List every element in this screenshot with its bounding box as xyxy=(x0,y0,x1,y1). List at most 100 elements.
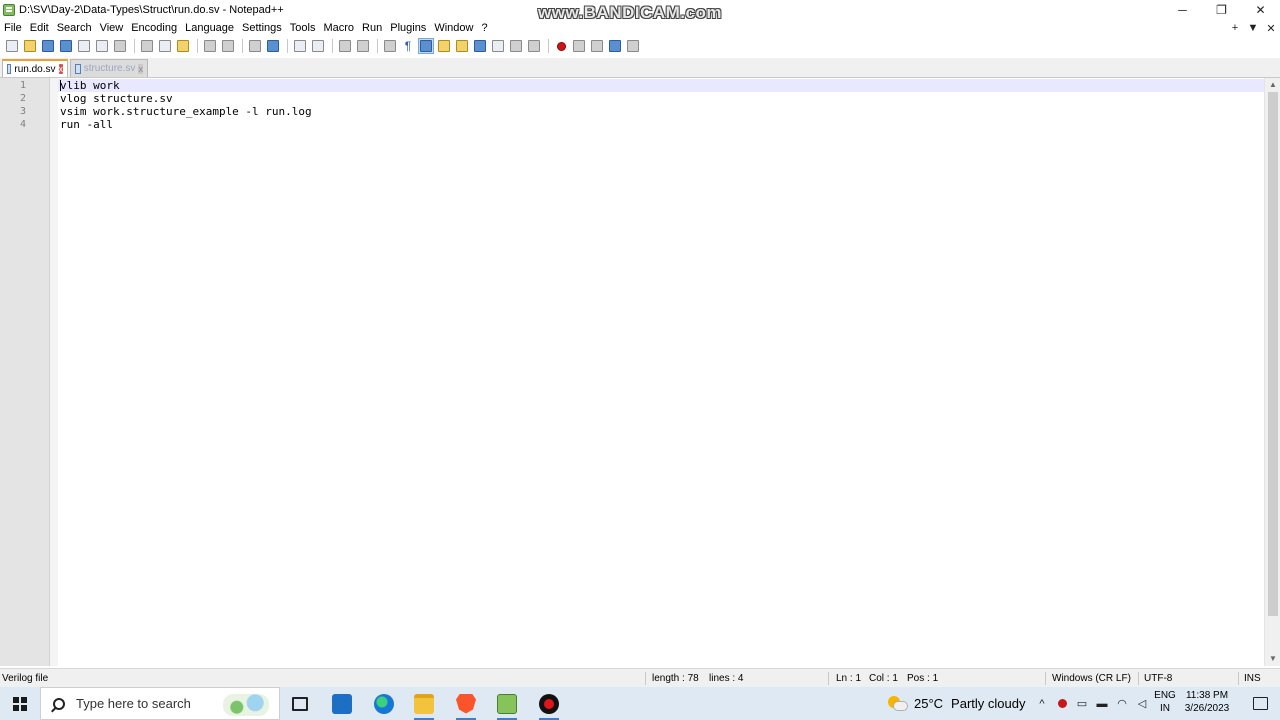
file-explorer-app[interactable] xyxy=(404,687,444,720)
bandicam-app[interactable] xyxy=(529,687,569,720)
document-map-icon xyxy=(456,40,468,52)
save-button[interactable] xyxy=(40,38,56,54)
zoom-out-button[interactable] xyxy=(310,38,326,54)
macro-save-button[interactable] xyxy=(625,38,641,54)
code-area[interactable]: vlib work vlog structure.sv vsim work.st… xyxy=(58,78,1264,666)
edge-icon xyxy=(374,693,394,714)
taskbar-search[interactable]: Type here to search xyxy=(40,687,280,720)
code-line[interactable]: vlog structure.sv xyxy=(58,92,1264,105)
close-icon[interactable]: x xyxy=(138,63,143,74)
save-all-button[interactable] xyxy=(58,38,74,54)
print-button[interactable] xyxy=(112,38,128,54)
macro-stop-button[interactable] xyxy=(571,38,587,54)
notepadpp-app[interactable] xyxy=(487,687,527,720)
menu-macro[interactable]: Macro xyxy=(319,20,358,36)
close-document-icon[interactable]: ✕ xyxy=(1262,22,1280,35)
taskbar: Type here to search 25°C Partly cloudy ^… xyxy=(0,687,1280,720)
close-file-button[interactable] xyxy=(76,38,92,54)
code-line[interactable]: run -all xyxy=(58,118,1264,131)
menu-settings[interactable]: Settings xyxy=(238,20,286,36)
menu-tools[interactable]: Tools xyxy=(286,20,320,36)
menu-edit[interactable]: Edit xyxy=(26,20,53,36)
folder-workspace-icon xyxy=(510,40,522,52)
zoom-in-button[interactable] xyxy=(292,38,308,54)
menu-bar: File Edit Search View Encoding Language … xyxy=(0,20,1280,36)
start-button[interactable] xyxy=(0,687,40,720)
word-wrap-button[interactable] xyxy=(382,38,398,54)
windows-logo-icon xyxy=(13,696,27,711)
scrollbar-thumb[interactable] xyxy=(1268,92,1278,616)
scroll-up-icon[interactable]: ▲ xyxy=(1265,78,1280,92)
new-file-button[interactable] xyxy=(4,38,20,54)
code-line[interactable]: vlib work xyxy=(58,79,1264,92)
paste-button[interactable] xyxy=(175,38,191,54)
user-language-button[interactable] xyxy=(436,38,452,54)
menu-view[interactable]: View xyxy=(96,20,128,36)
folder-workspace-button[interactable] xyxy=(508,38,524,54)
menu-search[interactable]: Search xyxy=(53,20,96,36)
weather-widget[interactable]: 25°C Partly cloudy xyxy=(888,687,1025,720)
menu-run[interactable]: Run xyxy=(358,20,386,36)
cut-button[interactable] xyxy=(139,38,155,54)
new-file-icon xyxy=(6,40,18,52)
status-ln: Ln : 1 xyxy=(836,673,862,684)
menu-window[interactable]: Window xyxy=(430,20,477,36)
notification-center-button[interactable] xyxy=(1240,687,1280,720)
brave-app[interactable] xyxy=(446,687,486,720)
status-divider xyxy=(1238,672,1239,685)
edge-app[interactable] xyxy=(364,687,404,720)
open-file-button[interactable] xyxy=(22,38,38,54)
redo-button[interactable] xyxy=(220,38,236,54)
close-icon[interactable]: x xyxy=(58,64,63,74)
document-list-button[interactable] xyxy=(472,38,488,54)
menu-help[interactable]: ? xyxy=(477,20,491,36)
show-hidden-icons-chevron-icon[interactable]: ^ xyxy=(1032,687,1052,720)
recording-indicator-icon[interactable] xyxy=(1052,687,1072,720)
menu-encoding[interactable]: Encoding xyxy=(127,20,181,36)
menu-plugins[interactable]: Plugins xyxy=(386,20,430,36)
tab-label: structure.sv xyxy=(83,63,136,74)
minimize-button[interactable]: ─ xyxy=(1163,0,1202,20)
indent-guide-button[interactable] xyxy=(418,38,434,54)
code-line[interactable]: vsim work.structure_example -l run.log xyxy=(58,105,1264,118)
function-list-button[interactable] xyxy=(490,38,506,54)
mail-app[interactable] xyxy=(322,687,362,720)
macro-play-multiple-button[interactable] xyxy=(607,38,623,54)
scroll-down-icon[interactable]: ▼ xyxy=(1265,652,1280,666)
meet-now-icon[interactable]: ▭ xyxy=(1072,687,1092,720)
macro-play-button[interactable] xyxy=(589,38,605,54)
menu-language[interactable]: Language xyxy=(181,20,238,36)
status-bar: Verilog file length : 78 lines : 4 Ln : … xyxy=(0,668,1280,687)
document-map-button[interactable] xyxy=(454,38,470,54)
window-controls: ─ ❐ ✕ xyxy=(1163,0,1280,20)
menu-file[interactable]: File xyxy=(0,20,26,36)
find-button[interactable] xyxy=(247,38,263,54)
clock[interactable]: 11:38 PM 3/26/2023 xyxy=(1180,689,1234,715)
restore-button[interactable]: ❐ xyxy=(1202,0,1241,20)
wifi-icon[interactable]: ◠ xyxy=(1112,687,1132,720)
monitoring-button[interactable] xyxy=(526,38,542,54)
sync-horizontal-button[interactable] xyxy=(355,38,371,54)
undo-button[interactable] xyxy=(202,38,218,54)
bandicam-record-icon xyxy=(539,693,559,714)
sync-vertical-button[interactable] xyxy=(337,38,353,54)
copy-button[interactable] xyxy=(157,38,173,54)
tab-list-dropdown-icon[interactable]: ▼ xyxy=(1244,22,1262,34)
tab-structure-sv[interactable]: structure.sv x xyxy=(70,59,148,77)
language-indicator[interactable]: ENG IN xyxy=(1152,689,1178,715)
macro-record-button[interactable] xyxy=(553,38,569,54)
editor[interactable]: 1 2 3 4 vlib work vlog structure.sv vsim… xyxy=(0,78,1280,666)
add-tab-icon[interactable]: + xyxy=(1226,22,1244,34)
volume-icon[interactable]: ◁ xyxy=(1132,687,1152,720)
line-number: 3 xyxy=(19,106,26,117)
replace-button[interactable] xyxy=(265,38,281,54)
find-icon xyxy=(249,40,261,52)
task-view-button[interactable] xyxy=(280,687,320,720)
tab-bar: run.do.sv x structure.sv x xyxy=(0,58,1280,78)
battery-icon[interactable]: ▬ xyxy=(1092,687,1112,720)
close-all-button[interactable] xyxy=(94,38,110,54)
close-button[interactable]: ✕ xyxy=(1241,0,1280,20)
show-all-chars-button[interactable]: ¶ xyxy=(400,38,416,54)
vertical-scrollbar[interactable]: ▲ ▼ xyxy=(1264,78,1280,666)
tab-run-do-sv[interactable]: run.do.sv x xyxy=(2,59,68,77)
